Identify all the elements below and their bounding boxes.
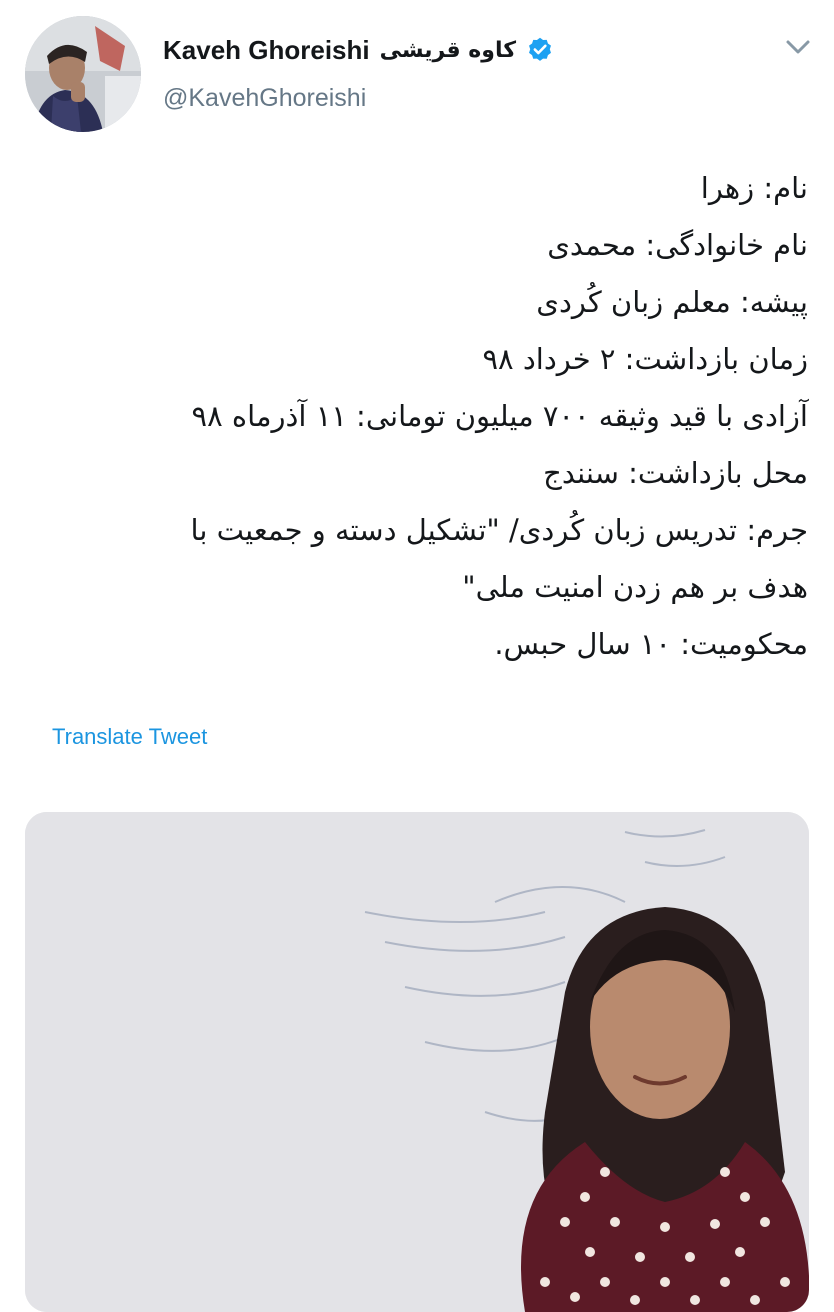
chevron-down-icon[interactable] bbox=[778, 32, 818, 62]
author-avatar[interactable] bbox=[25, 16, 141, 132]
tweet-line: آزادی با قید وثیقه ۷۰۰ میلیون تومانی: ۱۱… bbox=[191, 399, 808, 433]
translate-tweet-link[interactable]: Translate Tweet bbox=[52, 724, 207, 750]
tweet-header: Kaveh Ghoreishi کاوه قریشی @KavehGhoreis… bbox=[0, 0, 834, 150]
tweet-line: هدف بر هم زدن امنیت ملی" bbox=[462, 570, 808, 604]
tweet-line: پیشه: معلم زبان کُردی bbox=[536, 285, 808, 319]
tweet-line: محل بازداشت: سنندج bbox=[543, 456, 808, 490]
author-handle[interactable]: @KavehGhoreishi bbox=[163, 84, 366, 113]
tweet-line: نام: زهرا bbox=[700, 171, 808, 205]
verified-badge-icon bbox=[526, 36, 554, 64]
tweet-line: محکومیت: ۱۰ سال حبس. bbox=[494, 627, 808, 661]
tweet-text: نام: زهرا نام خانوادگی: محمدی پیشه: معلم… bbox=[28, 160, 808, 673]
author-name-line[interactable]: Kaveh Ghoreishi کاوه قریشی bbox=[163, 30, 554, 70]
tweet-line: زمان بازداشت: ۲ خرداد ۹۸ bbox=[482, 342, 808, 376]
author-display-name[interactable]: Kaveh Ghoreishi bbox=[163, 35, 370, 66]
tweet-line: جرم: تدریس زبان کُردی/ "تشکیل دسته و جمع… bbox=[190, 513, 808, 547]
tweet-media-photo[interactable] bbox=[25, 812, 809, 1312]
tweet-line: نام خانوادگی: محمدی bbox=[547, 228, 808, 262]
author-display-name-persian[interactable]: کاوه قریشی bbox=[380, 38, 516, 63]
